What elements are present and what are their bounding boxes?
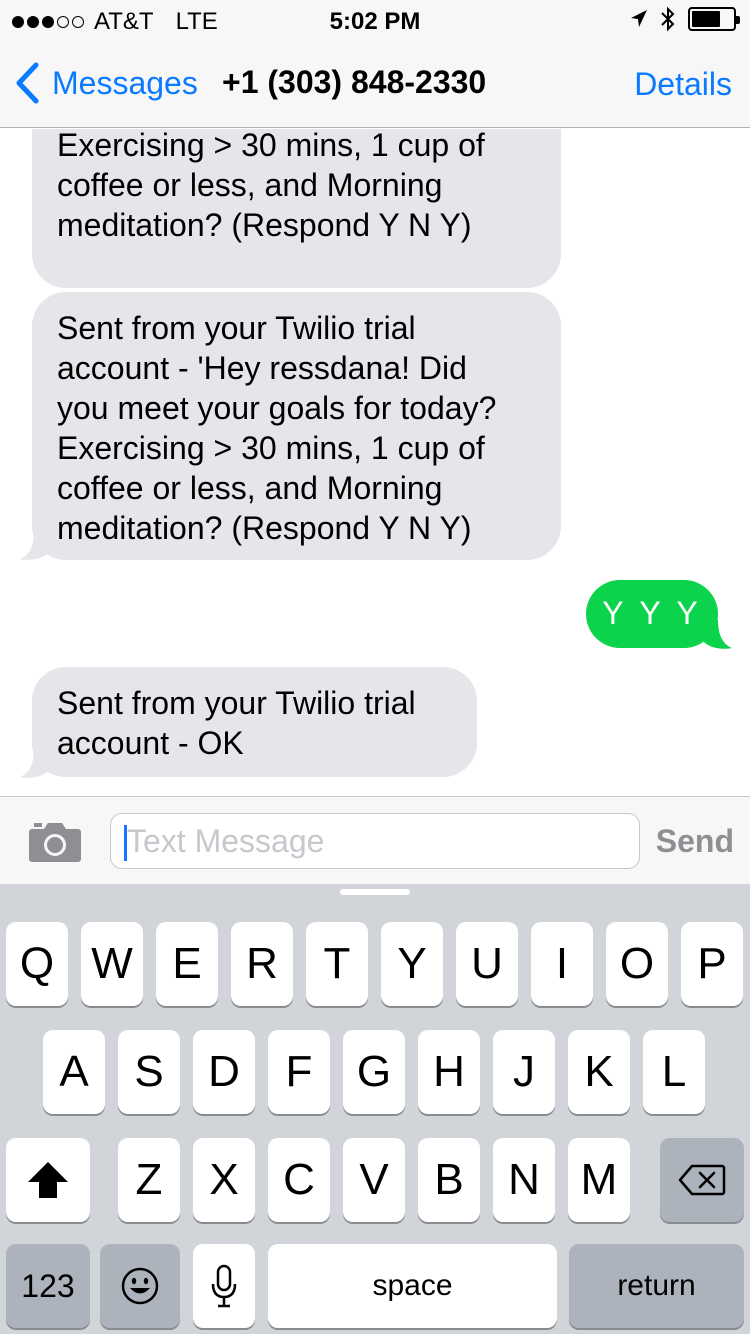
dictation-key[interactable] — [193, 1244, 255, 1328]
conversation-header: Messages +1 (303) 848-2330 Details — [0, 40, 750, 128]
key-d[interactable]: D — [193, 1030, 255, 1114]
keyboard-handle — [340, 889, 410, 895]
chevron-left-icon — [16, 62, 39, 104]
message-thread[interactable]: you meet your goals for today? Exercisin… — [0, 129, 750, 796]
status-bar: AT&T LTE 5:02 PM — [0, 0, 750, 40]
message-composer: Send — [0, 796, 750, 884]
key-k[interactable]: K — [568, 1030, 630, 1114]
battery-level — [692, 11, 720, 27]
key-p[interactable]: P — [681, 922, 743, 1006]
microphone-icon — [211, 1264, 237, 1308]
incoming-message-bubble[interactable]: Sent from your Twilio trial account - 'H… — [32, 292, 561, 560]
contact-phone-number[interactable]: +1 (303) 848-2330 — [222, 64, 486, 101]
key-n[interactable]: N — [493, 1138, 555, 1222]
key-i[interactable]: I — [531, 922, 593, 1006]
key-m[interactable]: M — [568, 1138, 630, 1222]
key-r[interactable]: R — [231, 922, 293, 1006]
key-q[interactable]: Q — [6, 922, 68, 1006]
incoming-message-bubble[interactable]: Sent from your Twilio trial account - OK — [32, 667, 477, 777]
back-button[interactable]: Messages — [14, 62, 198, 104]
key-f[interactable]: F — [268, 1030, 330, 1114]
location-arrow-icon — [631, 10, 647, 27]
text-cursor — [124, 825, 127, 861]
backspace-key[interactable] — [660, 1138, 744, 1222]
key-c[interactable]: C — [268, 1138, 330, 1222]
shift-key[interactable] — [6, 1138, 90, 1222]
details-button[interactable]: Details — [634, 66, 732, 103]
key-x[interactable]: X — [193, 1138, 255, 1222]
key-g[interactable]: G — [343, 1030, 405, 1114]
backspace-icon — [678, 1164, 726, 1196]
numbers-key[interactable]: 123 — [6, 1244, 90, 1328]
key-h[interactable]: H — [418, 1030, 480, 1114]
status-right — [630, 6, 740, 32]
key-j[interactable]: J — [493, 1030, 555, 1114]
return-key[interactable]: return — [569, 1244, 744, 1328]
emoji-key[interactable] — [100, 1244, 180, 1328]
keyboard: Q W E R T Y U I O P A S D F G H J K L Z … — [0, 884, 750, 1334]
bluetooth-icon — [661, 6, 675, 32]
bubble-tail — [20, 749, 48, 778]
key-t[interactable]: T — [306, 922, 368, 1006]
key-b[interactable]: B — [418, 1138, 480, 1222]
outgoing-message-bubble[interactable]: Y Y Y — [586, 580, 718, 648]
emoji-icon — [121, 1267, 159, 1305]
space-key[interactable]: space — [268, 1244, 557, 1328]
key-u[interactable]: U — [456, 922, 518, 1006]
key-z[interactable]: Z — [118, 1138, 180, 1222]
key-e[interactable]: E — [156, 922, 218, 1006]
shift-arrow-icon — [28, 1162, 68, 1198]
key-v[interactable]: V — [343, 1138, 405, 1222]
back-button-label: Messages — [52, 64, 198, 101]
key-l[interactable]: L — [643, 1030, 705, 1114]
key-s[interactable]: S — [118, 1030, 180, 1114]
key-y[interactable]: Y — [381, 922, 443, 1006]
camera-icon[interactable] — [28, 819, 82, 863]
key-w[interactable]: W — [81, 922, 143, 1006]
send-button[interactable]: Send — [656, 823, 734, 860]
bubble-tail — [20, 531, 48, 560]
key-o[interactable]: O — [606, 922, 668, 1006]
incoming-message-bubble[interactable]: you meet your goals for today? Exercisin… — [32, 129, 561, 288]
bubble-tail — [704, 620, 732, 649]
key-a[interactable]: A — [43, 1030, 105, 1114]
message-text-field[interactable] — [110, 813, 640, 869]
battery-icon — [688, 7, 740, 31]
